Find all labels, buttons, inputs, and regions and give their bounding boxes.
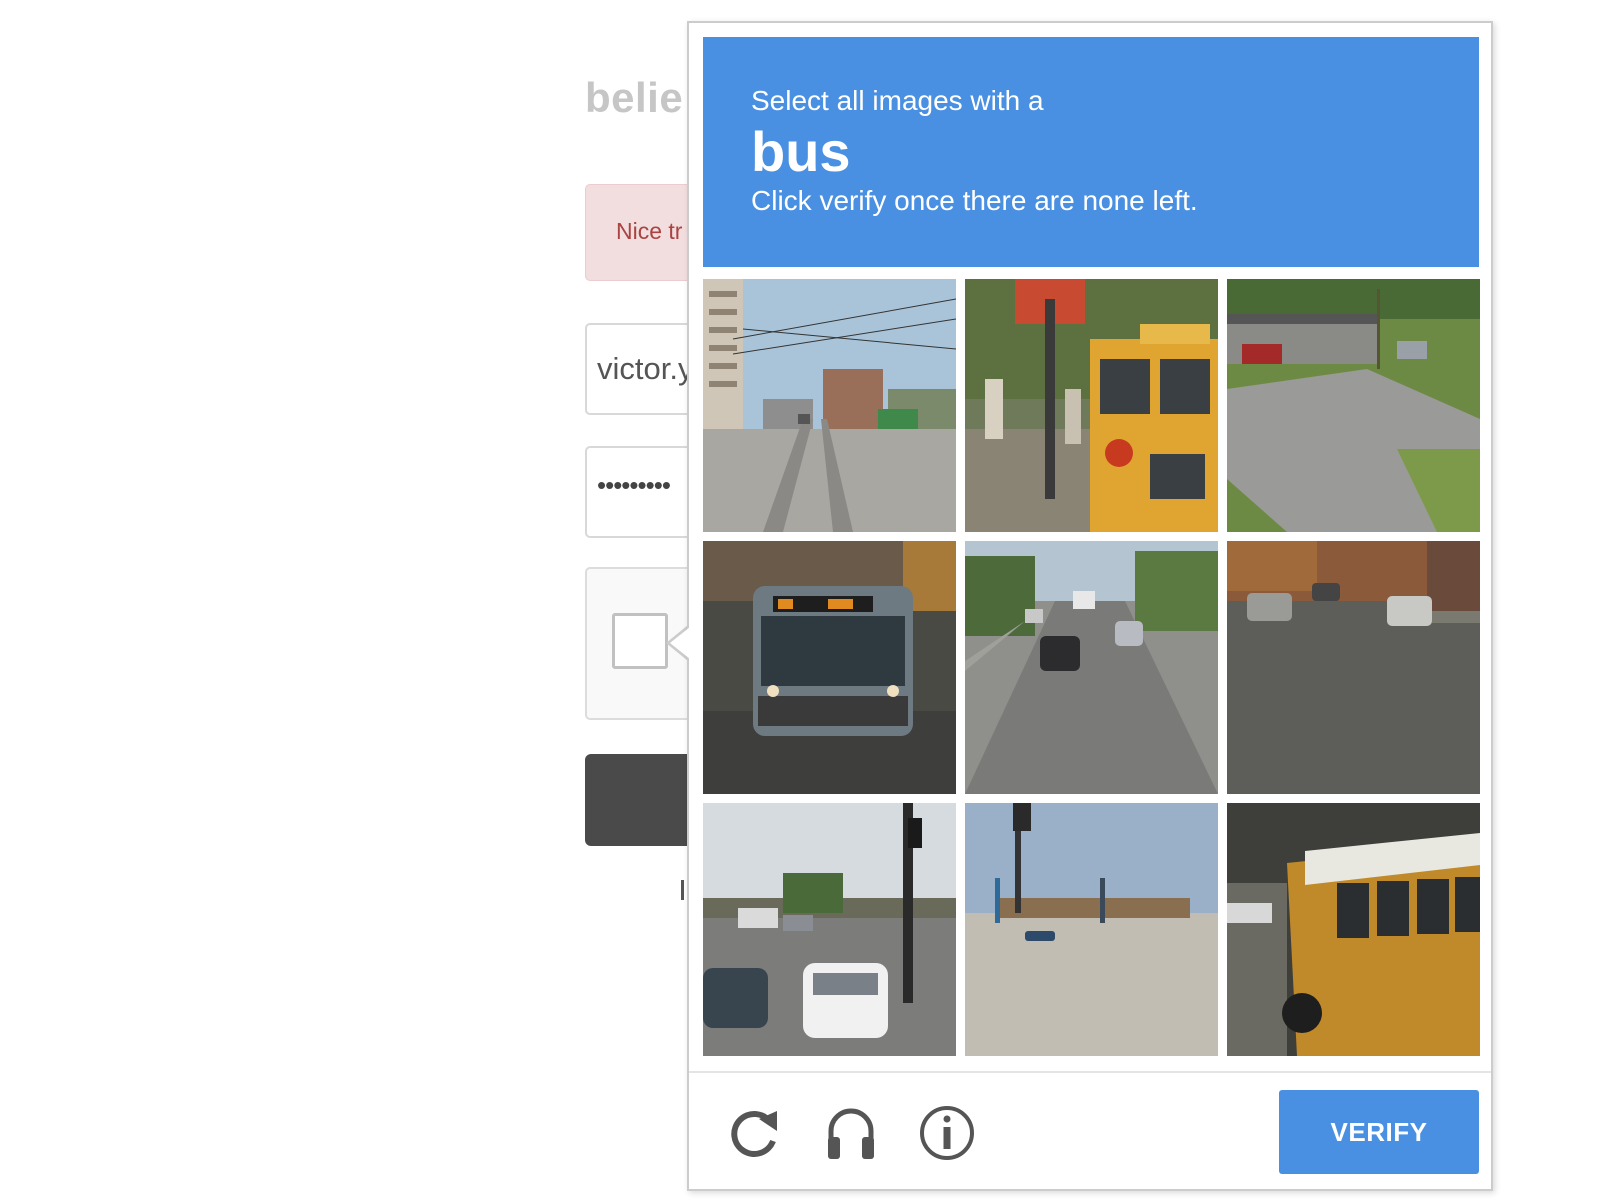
captcha-tile-6[interactable] <box>1227 541 1480 794</box>
reload-icon[interactable] <box>723 1101 787 1165</box>
captcha-challenge-popup: Select all images with a bus Click verif… <box>687 21 1493 1191</box>
captcha-tile-2[interactable] <box>965 279 1218 532</box>
captcha-tile-5[interactable] <box>965 541 1218 794</box>
parking-lot-image <box>965 803 1218 1056</box>
captcha-instructions: Select all images with a bus Click verif… <box>703 37 1479 267</box>
brand-logo-text: belie <box>585 74 684 121</box>
captcha-tile-7[interactable] <box>703 803 956 1056</box>
username-value: victor.y <box>597 351 694 386</box>
error-alert-text: Nice tr <box>616 218 683 244</box>
school-bus-side-image <box>1227 803 1480 1056</box>
captcha-tile-3[interactable] <box>1227 279 1480 532</box>
city-bus-image <box>703 541 956 794</box>
password-value: ••••••••• <box>597 470 671 500</box>
captcha-image-grid <box>703 279 1480 1056</box>
headphones-icon[interactable] <box>819 1101 883 1165</box>
verify-button[interactable]: VERIFY <box>1279 1090 1479 1174</box>
captcha-tile-1[interactable] <box>703 279 956 532</box>
driveway-image <box>1227 279 1480 532</box>
footer-link-fragment <box>681 880 684 900</box>
instruction-line: Select all images with a <box>751 85 1044 116</box>
info-icon[interactable] <box>915 1101 979 1165</box>
popup-pointer-inner <box>670 627 690 659</box>
target-keyword: bus <box>751 120 851 183</box>
road-cars-image <box>965 541 1218 794</box>
school-bus-rear-image <box>965 279 1218 532</box>
captcha-tile-8[interactable] <box>965 803 1218 1056</box>
captcha-tile-9[interactable] <box>1227 803 1480 1056</box>
recaptcha-checkbox[interactable] <box>612 613 668 669</box>
instruction-subline: Click verify once there are none left. <box>751 185 1198 216</box>
tram-street-image <box>703 279 956 532</box>
captcha-tile-4[interactable] <box>703 541 956 794</box>
footer-divider <box>689 1071 1491 1073</box>
intersection-image <box>703 803 956 1056</box>
residential-street-image <box>1227 541 1480 794</box>
